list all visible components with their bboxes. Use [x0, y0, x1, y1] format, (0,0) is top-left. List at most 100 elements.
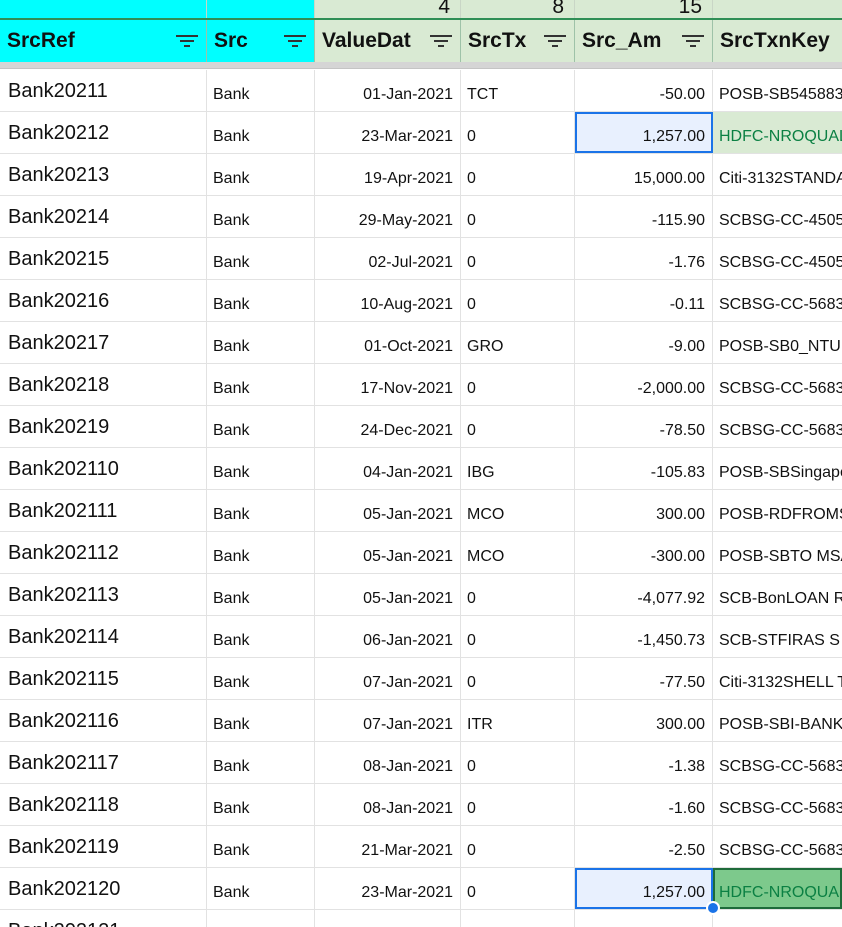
cell-src[interactable]: Bank [207, 406, 315, 447]
cell-srcref[interactable]: Bank20213 [0, 154, 207, 195]
summary-cell-src[interactable] [207, 0, 315, 18]
cell-srctx[interactable]: 0 [461, 238, 575, 279]
cell-srctxnkey[interactable]: POSB-SB0_NTU [713, 322, 842, 363]
cell-srcref[interactable]: Bank20214 [0, 196, 207, 237]
cell-src[interactable]: Bank [207, 868, 315, 909]
cell-src[interactable]: Bank [207, 322, 315, 363]
cell-valuedate[interactable]: 05-Jan-2021 [315, 532, 461, 573]
cell-valuedate[interactable]: 01-Oct-2021 [315, 322, 461, 363]
cell-srctx[interactable]: 0 [461, 826, 575, 867]
cell-valuedate[interactable]: 01-Jan-2021 [315, 70, 461, 111]
cell-srctxnkey[interactable]: Citi-3132STANDA [713, 154, 842, 195]
cell-src[interactable]: Bank [207, 700, 315, 741]
summary-cell-valuedate[interactable]: 4 [315, 0, 461, 18]
cell-srcref[interactable]: Bank20216 [0, 280, 207, 321]
header-valuedate[interactable]: ValueDat [315, 20, 461, 62]
cell-srcref[interactable]: Bank202120 [0, 868, 207, 909]
cell-valuedate[interactable]: 07-Jan-2021 [315, 658, 461, 699]
cell-srcref[interactable]: Bank20219 [0, 406, 207, 447]
cell-srctx[interactable]: MCO [461, 490, 575, 531]
cell-srcref[interactable]: Bank202114 [0, 616, 207, 657]
cell-srctx[interactable]: 0 [461, 616, 575, 657]
cell-srcref[interactable]: Bank202116 [0, 700, 207, 741]
cell-srctxnkey[interactable]: POSB-SBI-BANK [713, 700, 842, 741]
cell-srctxnkey[interactable]: POSB-RDFROMS [713, 490, 842, 531]
cell-srctx[interactable]: 0 [461, 574, 575, 615]
cell-valuedate[interactable]: 10-Aug-2021 [315, 280, 461, 321]
filter-icon[interactable] [682, 33, 704, 49]
cell-srcam[interactable]: -4,077.92 [575, 574, 713, 615]
cell-srcref[interactable]: Bank20218 [0, 364, 207, 405]
cell-srctx[interactable]: 0 [461, 154, 575, 195]
cell-valuedate[interactable]: 29-May-2021 [315, 196, 461, 237]
cell-src[interactable]: Bank [207, 658, 315, 699]
cell-src[interactable] [207, 910, 315, 927]
cell-srcam[interactable]: -105.83 [575, 448, 713, 489]
cell-valuedate[interactable]: 05-Jan-2021 [315, 490, 461, 531]
cell-srctx[interactable]: TCT [461, 70, 575, 111]
cell-srcam[interactable]: 1,257.00 [575, 112, 713, 153]
cell-srctx[interactable]: GRO [461, 322, 575, 363]
header-srcref[interactable]: SrcRef [0, 20, 207, 62]
cell-srctx[interactable]: IBG [461, 448, 575, 489]
cell-srcref[interactable]: Bank20217 [0, 322, 207, 363]
cell-srcref[interactable]: Bank20211 [0, 70, 207, 111]
cell-srctx[interactable] [461, 910, 575, 927]
cell-srctx[interactable]: 0 [461, 658, 575, 699]
summary-cell-srcref[interactable] [0, 0, 207, 18]
cell-valuedate[interactable]: 08-Jan-2021 [315, 742, 461, 783]
cell-srctx[interactable]: 0 [461, 742, 575, 783]
cell-srctxnkey[interactable] [713, 910, 842, 927]
cell-srcam[interactable]: -50.00 [575, 70, 713, 111]
cell-src[interactable]: Bank [207, 826, 315, 867]
cell-srctx[interactable]: 0 [461, 868, 575, 909]
filter-icon[interactable] [176, 33, 198, 49]
cell-valuedate[interactable]: 23-Mar-2021 [315, 112, 461, 153]
cell-srctx[interactable]: 0 [461, 112, 575, 153]
cell-srcref[interactable]: Bank202118 [0, 784, 207, 825]
cell-srcam[interactable] [575, 910, 713, 927]
filter-icon[interactable] [430, 33, 452, 49]
header-srctx[interactable]: SrcTx [461, 20, 575, 62]
summary-cell-srctx[interactable]: 8 [461, 0, 575, 18]
cell-srcref[interactable]: Bank202119 [0, 826, 207, 867]
cell-srctxnkey[interactable]: SCB-BonLOAN R [713, 574, 842, 615]
summary-cell-srcam[interactable]: 15 [575, 0, 713, 18]
cell-srctxnkey[interactable]: SCBSG-CC-5683 [713, 826, 842, 867]
cell-src[interactable]: Bank [207, 616, 315, 657]
filter-icon[interactable] [544, 33, 566, 49]
cell-srcref[interactable]: Bank202111 [0, 490, 207, 531]
cell-srcref[interactable]: Bank202121 [0, 910, 207, 927]
cell-src[interactable]: Bank [207, 742, 315, 783]
frozen-row-divider[interactable] [0, 62, 842, 69]
summary-cell-srctxnkey[interactable] [713, 0, 842, 18]
cell-src[interactable]: Bank [207, 280, 315, 321]
fill-handle[interactable] [706, 901, 720, 915]
cell-valuedate[interactable]: 06-Jan-2021 [315, 616, 461, 657]
cell-valuedate[interactable]: 02-Jul-2021 [315, 238, 461, 279]
cell-srctx[interactable]: 0 [461, 406, 575, 447]
cell-srcref[interactable]: Bank20212 [0, 112, 207, 153]
header-srctxnkey[interactable]: SrcTxnKey [713, 20, 842, 62]
cell-srctxnkey[interactable]: SCBSG-CC-5683 [713, 742, 842, 783]
cell-srctxnkey[interactable]: POSB-SBSingapo [713, 448, 842, 489]
cell-srcam[interactable]: -2.50 [575, 826, 713, 867]
cell-srcref[interactable]: Bank202110 [0, 448, 207, 489]
cell-src[interactable]: Bank [207, 154, 315, 195]
cell-srcref[interactable]: Bank202117 [0, 742, 207, 783]
cell-srcam[interactable]: -9.00 [575, 322, 713, 363]
cell-srcam[interactable]: -77.50 [575, 658, 713, 699]
cell-srcam[interactable]: -300.00 [575, 532, 713, 573]
cell-srctxnkey[interactable]: Citi-3132SHELL T [713, 658, 842, 699]
cell-srctxnkey[interactable]: POSB-SBTO MSA [713, 532, 842, 573]
cell-srctxnkey[interactable]: HDFC-NROQUAL [713, 868, 842, 909]
cell-srcam[interactable]: -0.11 [575, 280, 713, 321]
cell-src[interactable]: Bank [207, 238, 315, 279]
cell-src[interactable]: Bank [207, 784, 315, 825]
cell-srctxnkey[interactable]: SCBSG-CC-5683 [713, 784, 842, 825]
cell-srctxnkey[interactable]: SCBSG-CC-5683 [713, 406, 842, 447]
cell-srcam[interactable]: -1.76 [575, 238, 713, 279]
cell-srcam[interactable]: -2,000.00 [575, 364, 713, 405]
cell-valuedate[interactable]: 05-Jan-2021 [315, 574, 461, 615]
cell-srctxnkey[interactable]: POSB-SB545883 [713, 70, 842, 111]
